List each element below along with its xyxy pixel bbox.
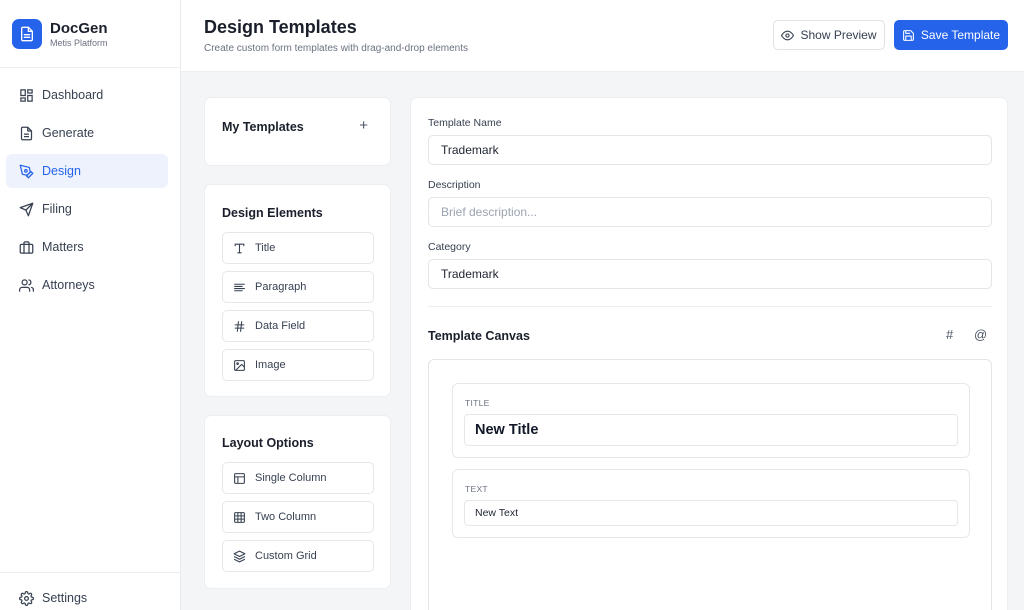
sidebar-item-design[interactable]: Design (6, 154, 168, 188)
template-canvas[interactable]: TITLE New Title TEXT New Text (428, 359, 992, 610)
element-paragraph[interactable]: Paragraph (222, 271, 374, 303)
briefcase-icon (18, 239, 34, 255)
title-block-input[interactable]: New Title (464, 414, 958, 446)
my-templates-card: My Templates + (204, 97, 391, 166)
plus-icon[interactable]: + (359, 117, 368, 134)
block-label: TITLE (465, 398, 490, 408)
save-template-label: Save Template (920, 28, 1001, 42)
page-title: Design Templates (204, 17, 357, 37)
pen-tool-icon (18, 163, 34, 179)
template-editor-panel: Template Name Trademark Description Brie… (410, 97, 1008, 610)
element-data-field[interactable]: Data Field (222, 310, 374, 342)
layout-options-card: Layout Options Single Column Two Column … (204, 415, 391, 589)
canvas-title: Template Canvas (428, 329, 530, 343)
design-elements-title: Design Elements (222, 206, 323, 220)
element-image[interactable]: Image (222, 349, 374, 381)
layout-icon (232, 471, 246, 485)
layout-two-column[interactable]: Two Column (222, 501, 374, 533)
sidebar: DocGen Metis Platform Dashboard Generate… (0, 0, 181, 610)
my-templates-title: My Templates (222, 120, 304, 134)
save-template-button[interactable]: Save Template (894, 20, 1008, 50)
sidebar-item-label: Matters (42, 240, 84, 254)
brand: DocGen Metis Platform (0, 0, 180, 68)
template-name-label: Template Name (428, 117, 502, 129)
eye-icon (781, 29, 795, 42)
layout-label: Custom Grid (255, 550, 317, 562)
sidebar-item-label: Design (42, 164, 81, 178)
element-label: Paragraph (255, 281, 307, 293)
image-icon (232, 358, 246, 372)
layout-label: Single Column (255, 472, 327, 484)
sidebar-item-generate[interactable]: Generate (6, 116, 168, 150)
sidebar-footer: Settings (0, 572, 181, 610)
save-icon (902, 29, 915, 42)
element-title[interactable]: Title (222, 232, 374, 264)
page-subtitle: Create custom form templates with drag-a… (204, 43, 469, 54)
sidebar-nav: Dashboard Generate Design Filing Matters… (0, 68, 180, 302)
template-name-input[interactable]: Trademark (428, 135, 992, 165)
layout-options-title: Layout Options (222, 436, 314, 450)
element-label: Image (255, 359, 286, 371)
description-label: Description (428, 179, 481, 191)
dashboard-icon (18, 87, 34, 103)
layout-label: Two Column (255, 511, 317, 523)
hash-icon (232, 319, 246, 333)
sidebar-item-attorneys[interactable]: Attorneys (6, 268, 168, 302)
canvas-block-title[interactable]: TITLE New Title (452, 383, 970, 458)
show-preview-label: Show Preview (800, 28, 877, 42)
sidebar-item-label: Filing (42, 202, 72, 216)
brand-subtitle: Metis Platform (50, 37, 108, 48)
description-input[interactable]: Brief description... (428, 197, 992, 227)
gear-icon (18, 590, 34, 606)
category-label: Category (428, 241, 471, 253)
file-text-icon (18, 125, 34, 141)
grid-icon (232, 510, 246, 524)
design-elements-card: Design Elements Title Paragraph Data Fie… (204, 184, 391, 397)
sidebar-item-label: Attorneys (42, 278, 95, 292)
divider (428, 306, 992, 307)
layout-single-column[interactable]: Single Column (222, 462, 374, 494)
sidebar-item-label: Dashboard (42, 88, 104, 102)
show-preview-button[interactable]: Show Preview (773, 20, 885, 50)
send-icon (18, 201, 34, 217)
type-icon (232, 241, 246, 255)
sidebar-item-settings[interactable]: Settings (6, 585, 181, 610)
block-label: TEXT (465, 484, 488, 494)
hash-icon[interactable]: # (946, 327, 953, 342)
element-label: Data Field (255, 320, 306, 332)
sidebar-item-dashboard[interactable]: Dashboard (6, 78, 168, 112)
element-label: Title (255, 242, 276, 254)
sidebar-item-matters[interactable]: Matters (6, 230, 168, 264)
users-icon (18, 277, 34, 293)
align-left-icon (232, 280, 246, 294)
sidebar-item-filing[interactable]: Filing (6, 192, 168, 226)
page-header: Design Templates Create custom form temp… (181, 0, 1024, 72)
brand-name: DocGen (50, 19, 108, 37)
category-select[interactable]: Trademark (428, 259, 992, 289)
layers-icon (232, 549, 246, 563)
canvas-block-text[interactable]: TEXT New Text (452, 469, 970, 538)
layout-custom-grid[interactable]: Custom Grid (222, 540, 374, 572)
text-block-input[interactable]: New Text (464, 500, 958, 526)
document-icon (12, 18, 42, 49)
sidebar-item-label: Generate (42, 126, 95, 140)
sidebar-item-label: Settings (42, 591, 88, 605)
at-sign-icon[interactable]: @ (974, 327, 987, 342)
